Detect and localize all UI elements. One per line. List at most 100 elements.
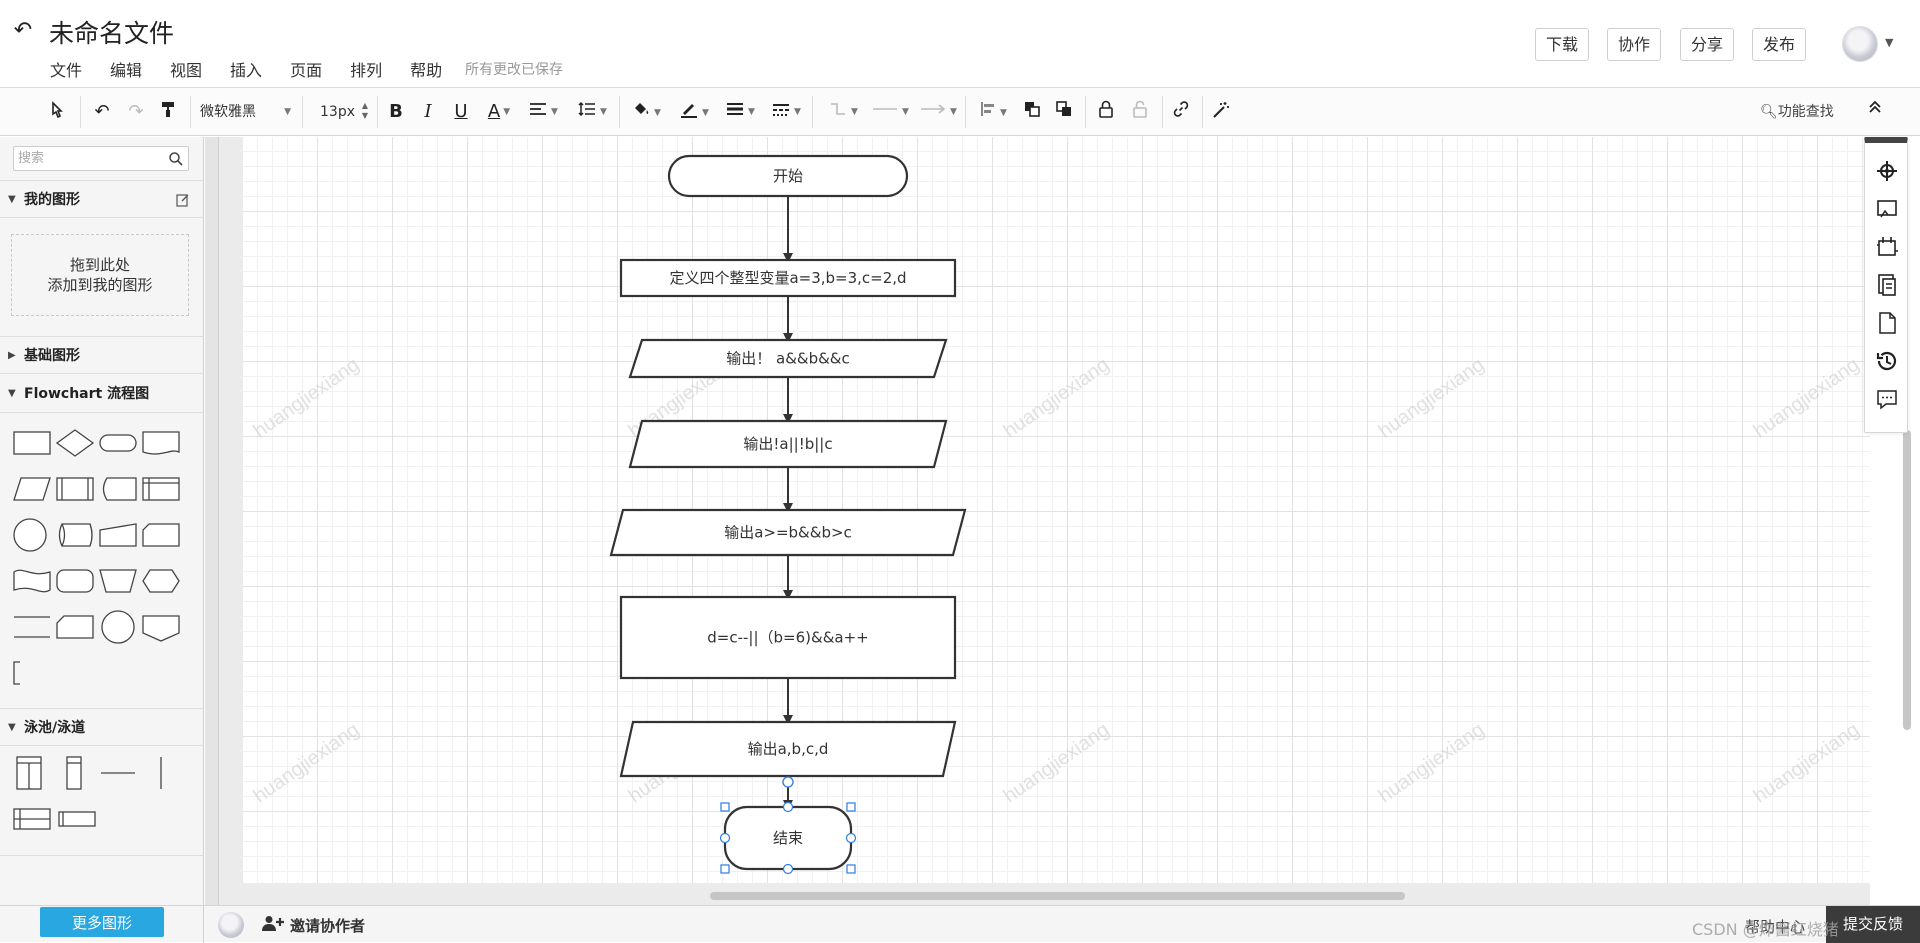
flowchart-diagram[interactable]: 开始定义四个整型变量a=3,b=3,c=2,d 输出！ a&&b&&c 输出!a||…: [205, 137, 1870, 905]
flow-node-out3[interactable]: 输出a>=b&&b>c: [609, 508, 967, 557]
shape-stored-data[interactable]: [97, 470, 139, 508]
back-arrow-icon[interactable]: ↶: [10, 18, 36, 44]
history-icon[interactable]: [1873, 347, 1901, 375]
shape-card[interactable]: [140, 516, 182, 554]
shape-process[interactable]: [11, 424, 53, 462]
lock-icon[interactable]: [1094, 100, 1118, 124]
shape-internal-storage[interactable]: [140, 470, 182, 508]
resize-handle[interactable]: [846, 864, 856, 874]
horizontal-scrollbar[interactable]: [710, 892, 1405, 900]
my-shapes-dropzone[interactable]: 拖到此处 添加到我的图形: [11, 234, 189, 316]
shape-separator-vertical[interactable]: [140, 754, 182, 792]
shape-display[interactable]: [54, 562, 96, 600]
flow-node-out1[interactable]: 输出！ a&&b&&c: [628, 338, 948, 379]
shape-loop-limit[interactable]: [54, 608, 96, 646]
shape-terminator[interactable]: [97, 424, 139, 462]
connector-endpoint-handle[interactable]: [782, 776, 794, 788]
resize-handle[interactable]: [720, 864, 730, 874]
shape-parallel-mode[interactable]: [11, 608, 53, 646]
invite-collaborator-button[interactable]: 邀请协作者: [262, 915, 365, 936]
flow-node-end[interactable]: 结束: [723, 805, 853, 871]
shape-lane-vertical[interactable]: [54, 754, 96, 792]
shape-swimlane-horizontal[interactable]: [11, 800, 53, 838]
flow-node-out2[interactable]: 输出!a||!b||c: [628, 419, 948, 469]
line-spacing-icon[interactable]: ▼: [574, 100, 610, 124]
document-title[interactable]: 未命名文件: [49, 14, 174, 50]
resize-handle[interactable]: [720, 802, 730, 812]
shape-on-page-reference[interactable]: [97, 608, 139, 646]
shape-search-input[interactable]: [13, 146, 189, 171]
shape-connector[interactable]: [11, 516, 53, 554]
font-family-select[interactable]: 微软雅黑 ▼: [200, 100, 295, 124]
redo-icon[interactable]: ↷: [124, 100, 148, 124]
unlock-icon[interactable]: [1128, 100, 1152, 124]
shape-swimlane-vertical[interactable]: [11, 754, 53, 792]
shape-punched-tape[interactable]: [11, 562, 53, 600]
page-icon[interactable]: [1873, 309, 1901, 337]
shape-lane-horizontal[interactable]: [54, 800, 96, 838]
undo-icon[interactable]: ↶: [90, 100, 114, 124]
section-swimlane[interactable]: ▼ 泳池/泳道: [0, 708, 204, 746]
shape-decision[interactable]: [54, 424, 96, 462]
page-setup-icon[interactable]: [1873, 233, 1901, 261]
shape-direct-data[interactable]: [54, 516, 96, 554]
shape-separator-horizontal[interactable]: [97, 754, 139, 792]
fill-color-icon[interactable]: ▼: [628, 100, 664, 124]
connection-point[interactable]: [719, 832, 731, 844]
chevron-up-double-icon[interactable]: [1866, 98, 1884, 121]
bold-icon[interactable]: B: [384, 100, 408, 124]
navigator-icon[interactable]: [1873, 157, 1901, 185]
function-search[interactable]: 🔍︎功能查找: [1760, 101, 1834, 121]
underline-icon[interactable]: U: [449, 100, 473, 124]
canvas-area[interactable]: huangjiexiang huangjiexiang huangjiexiang h…: [205, 137, 1870, 905]
connection-point[interactable]: [782, 801, 794, 813]
flow-node-start[interactable]: 开始: [667, 154, 909, 198]
caret-down-icon[interactable]: ▼: [1885, 36, 1893, 49]
collaborate-button[interactable]: 协作: [1607, 28, 1662, 61]
feedback-button[interactable]: 提交反馈: [1826, 906, 1920, 943]
flow-node-define[interactable]: 定义四个整型变量a=3,b=3,c=2,d: [619, 258, 957, 298]
shape-off-page-reference[interactable]: [140, 608, 182, 646]
shape-preparation[interactable]: [140, 562, 182, 600]
shape-manual-input[interactable]: [97, 516, 139, 554]
avatar[interactable]: [218, 912, 244, 938]
stepper-icon[interactable]: ▲ ▼: [362, 101, 368, 121]
data-properties-icon[interactable]: [1873, 271, 1901, 299]
line-width-icon[interactable]: ▼: [722, 100, 758, 124]
connector-type-icon[interactable]: ▼: [826, 100, 860, 124]
section-my-shapes[interactable]: ▼ 我的图形: [0, 180, 204, 218]
menu-view[interactable]: 视图: [170, 57, 202, 81]
menu-insert[interactable]: 插入: [230, 57, 262, 81]
edit-icon[interactable]: [176, 193, 190, 207]
menu-page[interactable]: 页面: [290, 57, 322, 81]
resize-handle[interactable]: [846, 802, 856, 812]
menu-file[interactable]: 文件: [50, 57, 82, 81]
line-end-arrow-icon[interactable]: ▼: [916, 100, 960, 124]
download-button[interactable]: 下载: [1535, 28, 1590, 61]
publish-button[interactable]: 发布: [1752, 28, 1807, 61]
section-flowchart[interactable]: ▼ Flowchart 流程图: [0, 375, 204, 413]
italic-icon[interactable]: I: [416, 100, 440, 124]
flow-node-out4[interactable]: 输出a,b,c,d: [619, 720, 957, 778]
comment-icon[interactable]: [1873, 385, 1901, 413]
magic-wand-icon[interactable]: [1208, 100, 1234, 124]
align-icon[interactable]: ▼: [526, 100, 560, 124]
connection-point[interactable]: [782, 863, 794, 875]
paint-format-icon[interactable]: [156, 100, 180, 124]
align-shapes-icon[interactable]: ▼: [976, 100, 1010, 124]
style-panel-icon[interactable]: [1873, 195, 1901, 223]
font-color-icon[interactable]: A ▼: [482, 100, 516, 124]
menu-help[interactable]: 帮助: [410, 57, 442, 81]
section-basic-shapes[interactable]: ▶ 基础图形: [0, 336, 204, 374]
shape-predefined-process[interactable]: [54, 470, 96, 508]
avatar[interactable]: [1842, 26, 1878, 62]
link-icon[interactable]: [1168, 100, 1194, 124]
vertical-scrollbar[interactable]: [1903, 430, 1911, 730]
format-brush-pin-icon[interactable]: [44, 100, 70, 124]
connection-point[interactable]: [845, 832, 857, 844]
menu-edit[interactable]: 编辑: [110, 57, 142, 81]
line-start-icon[interactable]: ▼: [868, 100, 912, 124]
line-style-icon[interactable]: ▼: [768, 100, 804, 124]
search-icon[interactable]: [168, 151, 184, 167]
menu-arrange[interactable]: 排列: [350, 57, 382, 81]
